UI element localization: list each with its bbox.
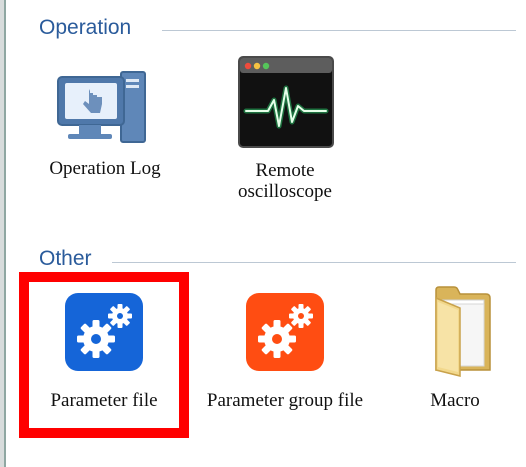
section-title-other: Other	[39, 247, 92, 270]
oscilloscope-icon	[238, 56, 334, 148]
tile-label-operation-log: Operation Log	[49, 158, 161, 179]
tile-label-parameter-group-file: Parameter group file	[206, 390, 364, 411]
section-divider-operation	[162, 30, 516, 31]
section-divider-other	[112, 262, 516, 263]
parameter-group-file-icon	[246, 293, 324, 371]
tile-remote-oscilloscope[interactable]: Remote oscilloscope	[210, 56, 360, 211]
left-panel-border	[0, 0, 12, 467]
highlight-box-parameter-file	[19, 272, 189, 438]
tile-operation-log[interactable]: Operation Log	[30, 60, 180, 210]
section-title-operation: Operation	[39, 16, 132, 39]
tile-label-remote-oscilloscope: Remote oscilloscope	[238, 160, 332, 202]
tile-macro[interactable]: Macro	[400, 286, 510, 426]
operation-log-icon	[57, 71, 146, 143]
tile-label-macro: Macro	[430, 390, 480, 411]
macro-folder-icon	[435, 286, 491, 377]
tile-parameter-group-file[interactable]: Parameter group file	[205, 286, 365, 446]
